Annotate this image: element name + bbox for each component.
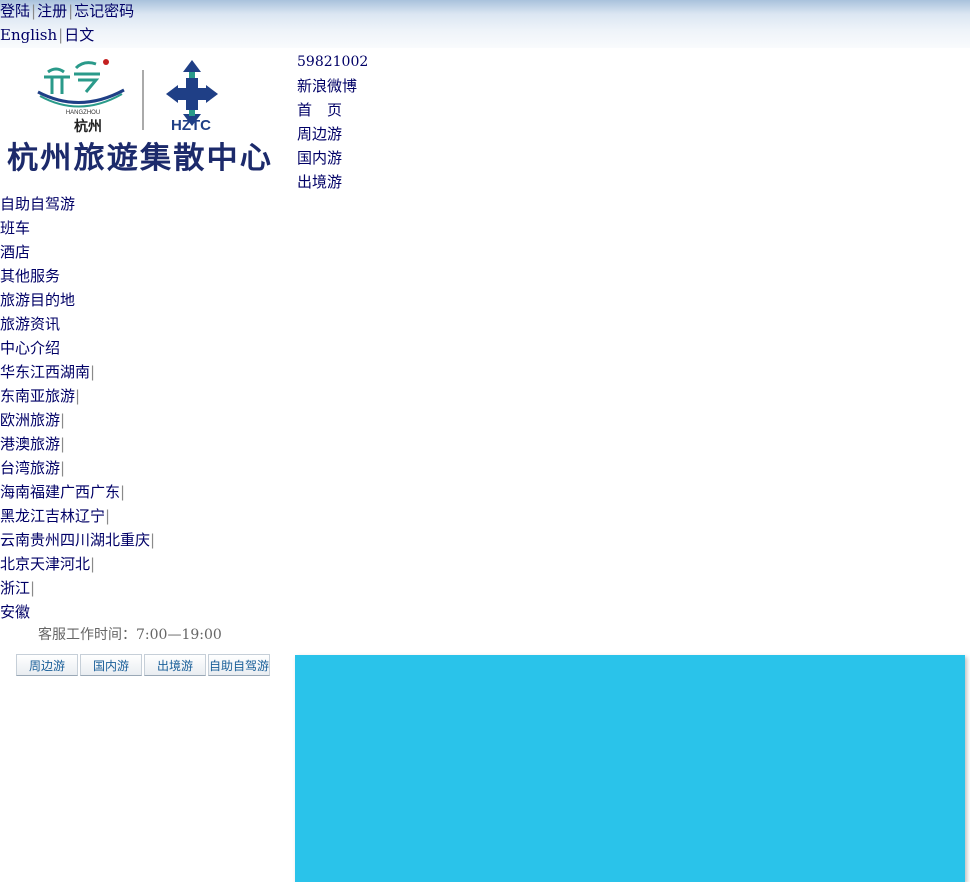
domestic-tour-link[interactable]: 国内游 — [297, 146, 368, 170]
hztc-emblem-icon: HZTC — [166, 60, 218, 134]
separator: | — [60, 435, 66, 453]
destination-item: 台湾旅游| — [0, 456, 155, 480]
main-navigation: 自助自驾游 班车 酒店 其他服务 旅游目的地 旅游资讯 中心介绍 华东江西湖南|… — [0, 192, 155, 624]
destination-link[interactable]: 港澳旅游 — [0, 435, 60, 453]
separator: | — [90, 363, 96, 381]
separator: | — [60, 411, 66, 429]
tab-nearby[interactable]: 周边游 — [16, 654, 78, 676]
destination-link[interactable]: 安徽 — [0, 603, 30, 621]
site-logo[interactable]: HANGZHOU 杭州 HZTC 杭州旅遊集散中心 — [0, 48, 290, 188]
destination-item: 浙江| — [0, 576, 155, 600]
destination-link[interactable]: 黑龙江吉林辽宁 — [0, 507, 105, 525]
destination-item: 欧洲旅游| — [0, 408, 155, 432]
destination-link[interactable]: 华东江西湖南 — [0, 363, 90, 381]
destination-link[interactable]: 浙江 — [0, 579, 30, 597]
banner-area[interactable] — [295, 655, 965, 882]
destination-item: 华东江西湖南| — [0, 360, 155, 384]
destination-link[interactable]: 台湾旅游 — [0, 459, 60, 477]
destination-item: 云南贵州四川湖北重庆| — [0, 528, 155, 552]
destination-link[interactable]: 欧洲旅游 — [0, 411, 60, 429]
tab-domestic[interactable]: 国内游 — [80, 654, 142, 676]
english-link[interactable]: English — [0, 26, 57, 44]
register-link[interactable]: 注册 — [37, 2, 67, 20]
hangzhou-emblem-icon: HANGZHOU 杭州 — [37, 59, 125, 135]
destination-item: 北京天津河北| — [0, 552, 155, 576]
destination-item: 海南福建广西广东| — [0, 480, 155, 504]
destination-item: 东南亚旅游| — [0, 384, 155, 408]
separator: | — [120, 483, 126, 501]
nav-item[interactable]: 中心介绍 — [0, 336, 155, 360]
outbound-tour-link[interactable]: 出境游 — [297, 170, 368, 194]
destination-link[interactable]: 东南亚旅游 — [0, 387, 75, 405]
auth-links: 登陆|注册|忘记密码 — [0, 1, 134, 21]
japanese-link[interactable]: 日文 — [64, 26, 94, 44]
language-links: English|日文 — [0, 25, 94, 45]
top-bar: 登陆|注册|忘记密码 English|日文 — [0, 0, 970, 48]
logo-graphic: HANGZHOU 杭州 HZTC 杭州旅遊集散中心 — [7, 59, 273, 176]
destination-link[interactable]: 北京天津河北 — [0, 555, 90, 573]
nav-item[interactable]: 其他服务 — [0, 264, 155, 288]
tour-tabs: 周边游 国内游 出境游 自助自驾游 — [16, 654, 272, 676]
hotline-number: 59821002 — [297, 54, 369, 70]
home-link[interactable]: 首 页 — [297, 98, 368, 122]
nav-item[interactable]: 酒店 — [0, 240, 155, 264]
tab-outbound[interactable]: 出境游 — [144, 654, 206, 676]
destination-item: 港澳旅游| — [0, 432, 155, 456]
logo-calligraphy-text: 杭州旅遊集散中心 — [7, 141, 273, 176]
separator: | — [105, 507, 111, 525]
nav-item[interactable]: 旅游目的地 — [0, 288, 155, 312]
svg-text:杭州: 杭州 — [74, 118, 102, 135]
separator: | — [60, 459, 66, 477]
separator: | — [75, 387, 81, 405]
nav-item[interactable]: 旅游资讯 — [0, 312, 155, 336]
forgot-password-link[interactable]: 忘记密码 — [74, 2, 134, 20]
top-links: 59821002 新浪微博 首 页 周边游 国内游 出境游 — [297, 50, 368, 194]
destination-link[interactable]: 海南福建广西广东 — [0, 483, 120, 501]
svg-text:HZTC: HZTC — [171, 117, 211, 134]
separator: | — [150, 531, 156, 549]
weibo-link[interactable]: 新浪微博 — [297, 74, 368, 98]
separator: | — [90, 555, 96, 573]
service-hours: 客服工作时间：7:00—19:00 — [38, 627, 222, 643]
destination-item: 黑龙江吉林辽宁| — [0, 504, 155, 528]
login-link[interactable]: 登陆 — [0, 2, 30, 20]
destination-item: 安徽 — [0, 600, 155, 624]
nav-item[interactable]: 班车 — [0, 216, 155, 240]
svg-text:HANGZHOU: HANGZHOU — [66, 110, 100, 116]
destination-link[interactable]: 云南贵州四川湖北重庆 — [0, 531, 150, 549]
nav-item[interactable]: 自助自驾游 — [0, 192, 155, 216]
separator: | — [30, 579, 36, 597]
nearby-tour-link[interactable]: 周边游 — [297, 122, 368, 146]
tab-self-drive[interactable]: 自助自驾游 — [208, 654, 270, 676]
